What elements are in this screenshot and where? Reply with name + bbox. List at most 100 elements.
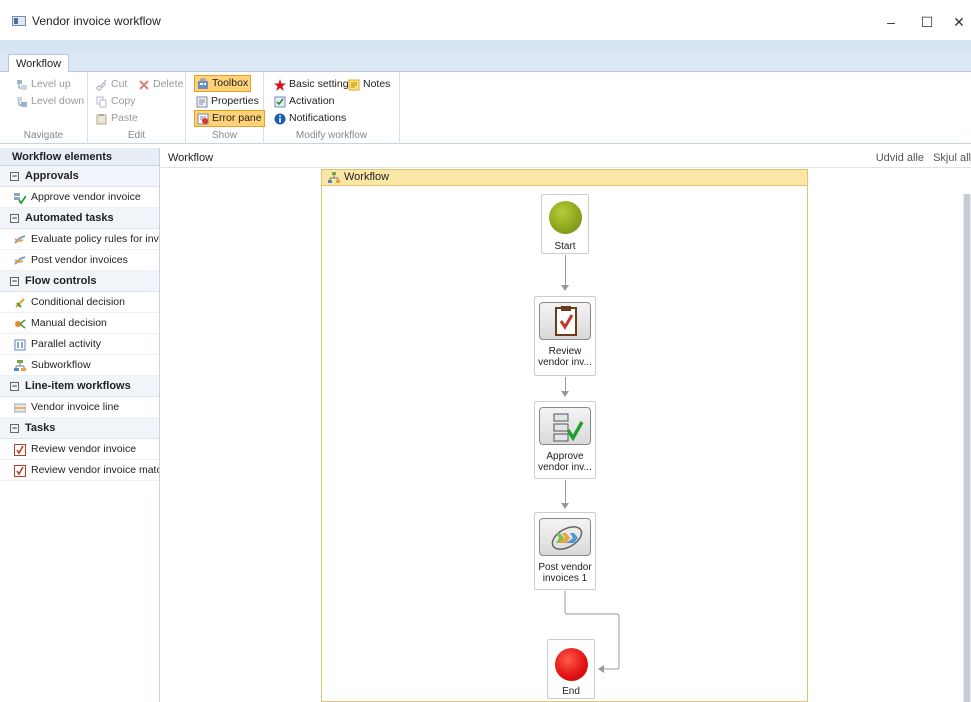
approve-label-line1: Approve xyxy=(546,451,584,462)
workflow-elements-panel: Workflow elements − Approvals Approve ve… xyxy=(0,148,160,702)
workflow-elements-header: Workflow elements xyxy=(0,148,159,166)
category-label: Flow controls xyxy=(25,275,97,287)
start-node[interactable]: Start xyxy=(541,194,589,254)
toolbox-item-manual-decision[interactable]: Manual decision xyxy=(0,313,159,334)
category-label: Line-item workflows xyxy=(25,380,131,392)
level-up-icon xyxy=(16,79,28,91)
edit-group-label: Edit xyxy=(127,130,146,141)
paste-label: Paste xyxy=(111,112,138,124)
level-down-label: Level down xyxy=(31,95,85,107)
window-title: Vendor invoice workflow xyxy=(32,14,161,28)
review-vendor-invoice-node[interactable]: Review vendor inv... xyxy=(534,296,596,376)
toolbox-item-label: Post vendor invoices xyxy=(31,254,128,266)
start-label: Start xyxy=(554,241,576,252)
canvas-actions: Udvid alle Skjul all xyxy=(870,148,971,168)
approve-vendor-invoice-node[interactable]: Approve vendor inv... xyxy=(534,401,596,479)
parallel-activity-icon xyxy=(14,338,26,351)
copy-icon xyxy=(96,96,108,108)
category-automated-tasks[interactable]: − Automated tasks xyxy=(0,208,159,229)
hide-all-link[interactable]: Skjul all xyxy=(933,152,971,164)
canvas-scrollbar[interactable] xyxy=(963,194,971,702)
approve-label-line2: vendor inv... xyxy=(538,462,592,473)
category-label: Tasks xyxy=(25,422,56,434)
show-group: Toolbox Properties Error pane Show xyxy=(186,72,265,144)
approval-element-icon xyxy=(14,191,27,205)
post-label-line1: Post vendor xyxy=(538,562,592,573)
minimize-button[interactable]: – xyxy=(876,10,906,34)
toolbox-item-label: Approve vendor invoice xyxy=(31,191,141,203)
paste-icon xyxy=(96,113,108,125)
review-label-line1: Review xyxy=(548,346,582,357)
toolbox-item-label: Parallel activity xyxy=(31,338,102,350)
line-item-icon xyxy=(13,401,27,413)
error-pane-toggle[interactable]: Error pane xyxy=(194,110,265,127)
category-tasks[interactable]: − Tasks xyxy=(0,418,159,439)
end-circle-icon xyxy=(555,648,588,681)
info-icon xyxy=(274,113,286,125)
maximize-button[interactable]: ☐ xyxy=(912,10,942,34)
toolbox-item-review-vendor-invoice-matching[interactable]: Review vendor invoice matchir xyxy=(0,460,159,481)
automated-task-arrows-icon xyxy=(539,518,591,556)
toolbox-item-parallel-activity[interactable]: Parallel activity xyxy=(0,334,159,355)
review-label-line2: vendor inv... xyxy=(538,357,592,368)
connector-arrow-icon xyxy=(561,391,569,397)
conditional-decision-icon xyxy=(14,296,26,308)
app-window-icon xyxy=(12,16,26,26)
edit-group: Cut Delete Copy Paste Edit xyxy=(88,72,186,144)
toolbox-toggle[interactable]: Toolbox xyxy=(194,75,252,92)
toolbox-item-post-vendor-invoices[interactable]: Post vendor invoices xyxy=(0,250,159,271)
post-label-line2: invoices 1 xyxy=(542,573,588,584)
scrollbar-thumb[interactable] xyxy=(964,194,970,702)
activation-button[interactable]: Activation xyxy=(272,93,337,110)
connector-arrow-icon xyxy=(561,503,569,509)
notifications-button[interactable]: Notifications xyxy=(272,110,348,127)
toolbox-item-vendor-invoice-line[interactable]: Vendor invoice line xyxy=(0,397,159,418)
paste-button[interactable]: Paste xyxy=(94,110,140,127)
ribbon-tab-strip: Workflow xyxy=(0,54,971,73)
basic-settings-button[interactable]: Basic settings xyxy=(272,76,356,93)
expand-all-link[interactable]: Udvid alle xyxy=(876,152,924,164)
workflow-canvas[interactable]: Workflow Start Review vendor inv... Appr… xyxy=(160,168,971,702)
error-pane-label: Error pane xyxy=(212,112,262,124)
toolbox-item-conditional-decision[interactable]: Conditional decision xyxy=(0,292,159,313)
close-button[interactable]: ✕ xyxy=(944,10,971,34)
activation-icon xyxy=(274,96,286,108)
properties-toggle[interactable]: Properties xyxy=(194,93,261,110)
toolbox-item-subworkflow[interactable]: Subworkflow xyxy=(0,355,159,376)
cut-button[interactable]: Cut xyxy=(94,76,129,93)
modify-workflow-group: Basic settings Notes Activation Notifica… xyxy=(264,72,400,144)
toolbox-item-review-vendor-invoice[interactable]: Review vendor invoice xyxy=(0,439,159,460)
collapse-icon: − xyxy=(10,212,19,223)
connector-line xyxy=(565,255,566,285)
navigate-group: Level up Level down Navigate xyxy=(0,72,88,144)
post-vendor-invoices-node[interactable]: Post vendor invoices 1 xyxy=(534,512,596,590)
properties-icon xyxy=(196,96,208,108)
toolbox-item-label: Conditional decision xyxy=(31,296,125,308)
toolbox-icon xyxy=(197,78,209,90)
category-line-item-workflows[interactable]: − Line-item workflows xyxy=(0,376,159,397)
canvas-title: Workflow xyxy=(168,152,214,164)
navigate-group-label: Navigate xyxy=(23,130,64,141)
level-down-button[interactable]: Level down xyxy=(14,93,86,110)
toolbox-item-evaluate-policy-rules[interactable]: Evaluate policy rules for invoic xyxy=(0,229,159,250)
delete-button[interactable]: Delete xyxy=(136,76,185,93)
notes-icon xyxy=(348,79,360,91)
notes-label: Notes xyxy=(363,78,391,90)
workflow-container[interactable]: Workflow Start Review vendor inv... Appr… xyxy=(321,169,808,702)
copy-button[interactable]: Copy xyxy=(94,93,138,110)
automated-task-icon xyxy=(14,233,26,245)
connector-line xyxy=(565,480,566,503)
ribbon: Level up Level down Navigate Cut Delete xyxy=(0,72,971,144)
show-group-label: Show xyxy=(211,130,237,141)
category-approvals[interactable]: − Approvals xyxy=(0,166,159,187)
toolbox-item-approve-vendor-invoice[interactable]: Approve vendor invoice xyxy=(0,187,159,208)
notes-button[interactable]: Notes xyxy=(346,76,392,93)
tab-workflow[interactable]: Workflow xyxy=(8,54,70,73)
category-flow-controls[interactable]: − Flow controls xyxy=(0,271,159,292)
error-pane-icon xyxy=(197,113,209,125)
end-node[interactable]: End xyxy=(547,639,595,699)
task-checkbox-icon xyxy=(14,464,26,477)
start-circle-icon xyxy=(549,201,582,234)
level-up-button[interactable]: Level up xyxy=(14,76,73,93)
title-bar: Vendor invoice workflow – ☐ ✕ xyxy=(0,0,971,40)
